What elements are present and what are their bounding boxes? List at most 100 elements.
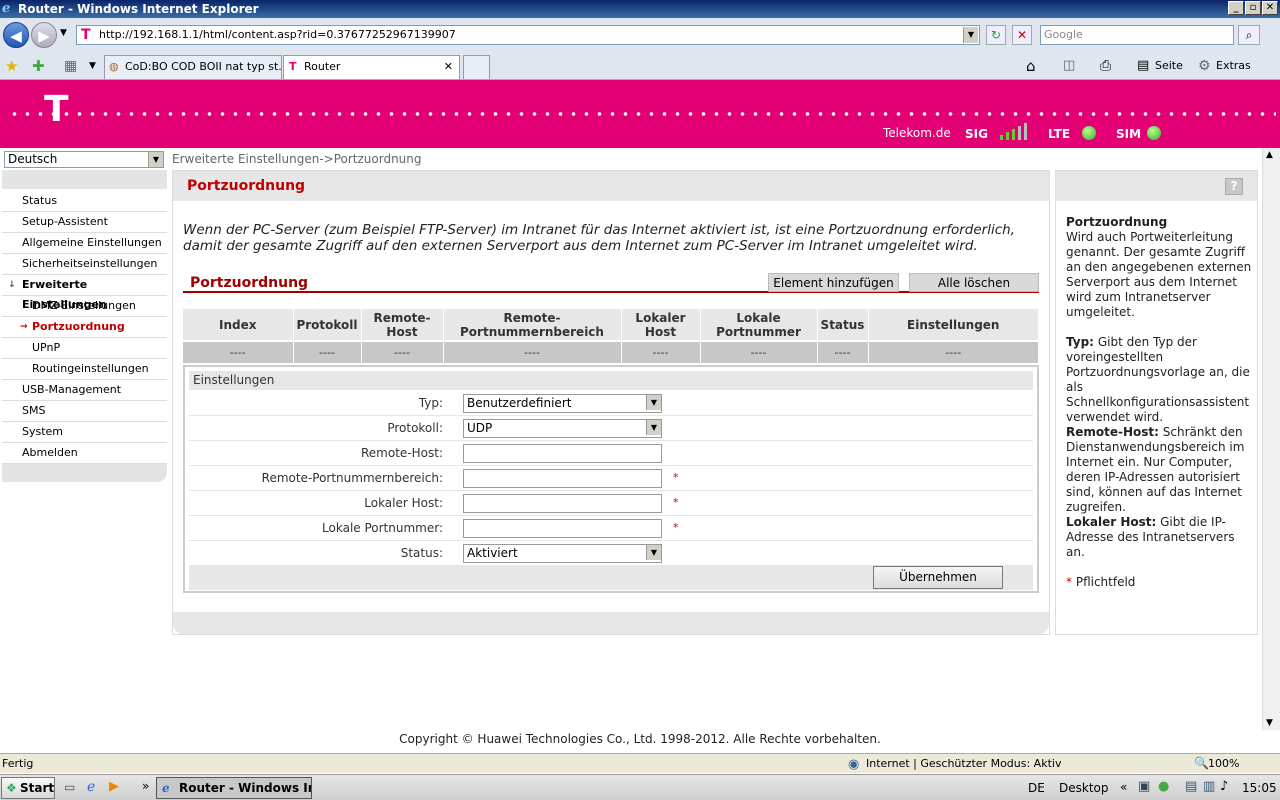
page-title: Portzuordnung <box>173 171 1049 201</box>
remote-port-input[interactable] <box>463 469 662 488</box>
table-cell: ---- <box>293 340 362 363</box>
chevron-down-icon[interactable]: ▼ <box>148 152 163 167</box>
task-label: Router - Windows Int... <box>179 781 311 795</box>
chevron-down-icon[interactable]: ▼ <box>646 545 661 560</box>
telekom-link[interactable]: Telekom.de <box>883 126 951 140</box>
local-port-input[interactable] <box>463 519 662 538</box>
help-term: Typ: <box>1066 335 1094 349</box>
favorites-star-icon[interactable]: ★ <box>5 57 18 75</box>
tray-overflow-icon[interactable]: « <box>1120 780 1127 794</box>
forward-button[interactable]: ▶ <box>31 22 57 48</box>
new-tab-button[interactable] <box>463 55 490 79</box>
local-host-label: Lokaler Host: <box>364 496 443 510</box>
clock[interactable]: 15:05 <box>1242 781 1277 795</box>
tab-cod[interactable]: ◍ CoD:BO COD BOII nat typ st... <box>104 55 282 79</box>
tab-label: CoD:BO COD BOII nat typ st... <box>125 60 282 73</box>
tray-monitor-icon[interactable]: ▥ <box>1203 779 1215 794</box>
tray-user-icon[interactable]: ● <box>1158 779 1169 794</box>
sidebar-item-routing[interactable]: Routingeinstellungen <box>2 359 167 380</box>
search-icon[interactable]: ⌕ <box>1238 25 1260 45</box>
sidebar-item-setup-assistant[interactable]: Setup-Assistent <box>2 212 167 233</box>
desktop-toolbar[interactable]: Desktop <box>1059 781 1109 795</box>
content-footer <box>173 612 1049 634</box>
type-select[interactable]: Benutzerdefiniert ▼ <box>463 394 662 413</box>
extras-menu[interactable]: Extras <box>1216 57 1251 75</box>
status-select[interactable]: Aktiviert ▼ <box>463 544 662 563</box>
add-favorites-icon[interactable]: ✚ <box>32 57 45 75</box>
tray-device-icon[interactable]: ▤ <box>1185 779 1197 794</box>
status-row: Status: Aktiviert ▼ <box>189 541 1033 566</box>
feeds-icon[interactable]: ◫ <box>1063 57 1075 75</box>
help-term: Remote-Host: <box>1066 425 1159 439</box>
page-menu[interactable]: Seite <box>1155 57 1183 75</box>
apply-button[interactable]: Übernehmen <box>873 566 1003 589</box>
required-marker: * <box>673 496 679 509</box>
language-select[interactable]: Deutsch ▼ <box>4 151 164 168</box>
telekom-logo-icon: T <box>44 89 69 130</box>
tab-router[interactable]: T Router ✕ <box>283 55 460 79</box>
quick-tabs-icon[interactable]: ▦ <box>64 57 77 75</box>
ie-quicklaunch-icon[interactable]: ℯ <box>87 779 95 795</box>
remote-host-input[interactable] <box>463 444 662 463</box>
delete-all-button[interactable]: Alle löschen <box>909 273 1039 292</box>
back-button[interactable]: ◀ <box>3 22 29 48</box>
col-settings: Einstellungen <box>868 309 1039 341</box>
local-host-input[interactable] <box>463 494 662 513</box>
sidebar-item-sms[interactable]: SMS <box>2 401 167 422</box>
tray-network-icon[interactable]: ▣ <box>1138 779 1150 794</box>
page-scrollbar[interactable]: ▲ ▼ <box>1262 148 1280 730</box>
close-tab-icon[interactable]: ✕ <box>444 56 453 78</box>
url-dropdown-icon[interactable]: ▼ <box>963 27 978 43</box>
col-status: Status <box>817 309 869 341</box>
show-desktop-icon[interactable]: ▭ <box>64 780 75 794</box>
home-icon[interactable]: ⌂ <box>1026 57 1036 75</box>
minimize-button[interactable]: _ <box>1228 1 1244 15</box>
sidebar-item-status[interactable]: Status <box>2 191 167 212</box>
scroll-up-icon[interactable]: ▲ <box>1266 150 1273 160</box>
sidebar-item-general-settings[interactable]: Allgemeine Einstellungen <box>2 233 167 254</box>
sidebar-item-security-settings[interactable]: Sicherheitseinstellungen <box>2 254 167 275</box>
required-note: * Pflichtfeld <box>1066 575 1252 590</box>
chevron-down-icon[interactable]: ▼ <box>646 395 661 410</box>
sidebar-item-logout[interactable]: Abmelden <box>2 443 167 464</box>
zoom-level[interactable]: 100% <box>1208 754 1239 773</box>
media-player-icon[interactable]: ▶ <box>109 779 119 794</box>
close-window-button[interactable]: ✕ <box>1262 1 1278 15</box>
sidebar-item-usb[interactable]: USB-Management <box>2 380 167 401</box>
remote-port-row: Remote-Portnummernbereich: * <box>189 466 1033 491</box>
required-marker: * <box>673 521 679 534</box>
taskbar-router-window[interactable]: ℯ Router - Windows Int... <box>156 777 312 799</box>
remote-port-label: Remote-Portnummernbereich: <box>261 471 443 485</box>
tab-label: Router <box>304 60 341 73</box>
volume-icon[interactable]: ♪ <box>1220 779 1228 794</box>
sidebar-top <box>2 170 167 189</box>
col-index: Index <box>183 309 294 341</box>
url-field[interactable]: T http://192.168.1.1/html/content.asp?ri… <box>76 25 980 45</box>
sidebar-item-system[interactable]: System <box>2 422 167 443</box>
start-button[interactable]: ❖ Start <box>1 777 55 799</box>
tab-list-icon[interactable]: ▼ <box>89 57 96 75</box>
overflow-icon[interactable]: » <box>142 779 149 793</box>
history-dropdown-icon[interactable]: ▼ <box>60 28 67 38</box>
form-footer: Übernehmen <box>189 566 1033 590</box>
refresh-icon[interactable]: ↻ <box>986 25 1006 45</box>
maximize-button[interactable]: ▫ <box>1245 1 1261 15</box>
sidebar-item-advanced-settings[interactable]: ↓ Erweiterte Einstellungen <box>2 275 167 311</box>
local-port-row: Lokale Portnummer: * <box>189 516 1033 541</box>
help-intro: Wird auch Portweiterleitung genannt. Der… <box>1066 230 1252 319</box>
required-marker: * <box>1066 575 1072 589</box>
sidebar-item-dmz[interactable]: DMZ-Einstellungen <box>2 296 167 317</box>
scroll-down-icon[interactable]: ▼ <box>1266 718 1273 728</box>
stop-icon[interactable]: ✕ <box>1012 25 1032 45</box>
print-icon[interactable]: ⎙ <box>1100 57 1111 75</box>
security-zone[interactable]: Internet | Geschützter Modus: Aktiv <box>866 754 1061 773</box>
search-input[interactable]: Google <box>1040 25 1234 45</box>
protocol-select[interactable]: UDP ▼ <box>463 419 662 438</box>
sidebar-item-upnp[interactable]: UPnP <box>2 338 167 359</box>
language-indicator[interactable]: DE <box>1028 781 1045 795</box>
add-item-button[interactable]: Element hinzufügen <box>768 273 899 292</box>
table-row: ---- ---- ---- ---- ---- ---- ---- ---- <box>183 340 1039 363</box>
sidebar-item-port-mapping[interactable]: → Portzuordnung <box>2 317 167 338</box>
chevron-down-icon[interactable]: ▼ <box>646 420 661 435</box>
help-icon[interactable]: ? <box>1225 178 1243 195</box>
